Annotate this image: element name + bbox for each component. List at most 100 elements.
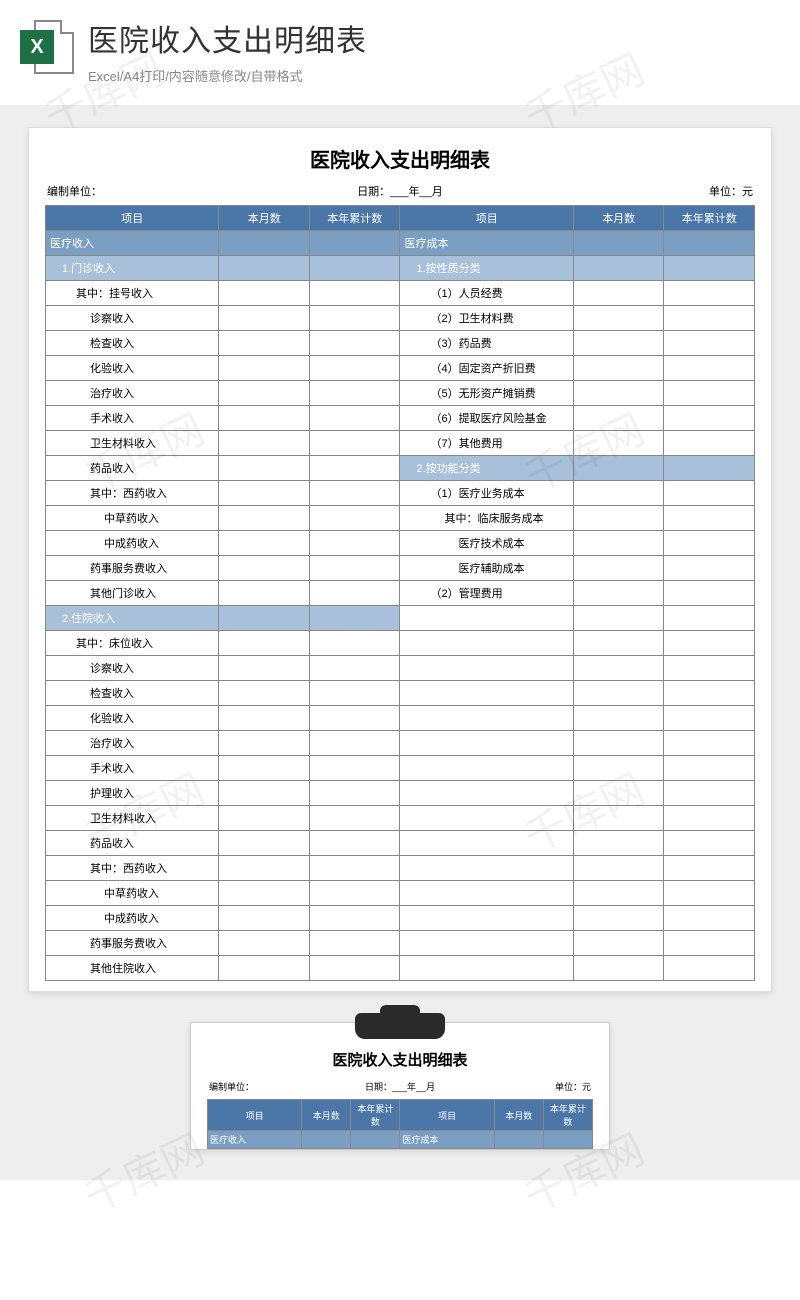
value-cell [219,906,310,931]
value-cell [573,956,664,981]
preview-area: 医院收入支出明细表 编制单位： 日期：___年__月 单位：元 项目 本月数 本… [0,105,800,1180]
item-cell: （1）人员经费 [400,281,573,306]
item-cell: 中成药收入 [46,531,219,556]
value-cell [219,481,310,506]
item-cell: 检查收入 [46,681,219,706]
value-cell [664,956,755,981]
item-cell: 治疗收入 [46,731,219,756]
value-cell [664,456,755,481]
value-cell [573,231,664,256]
value-cell [573,306,664,331]
value-cell [309,556,400,581]
value-cell [219,706,310,731]
value-cell [573,456,664,481]
value-cell [219,831,310,856]
item-cell: 检查收入 [46,331,219,356]
item-cell: 中成药收入 [46,906,219,931]
value-cell [573,706,664,731]
value-cell [664,481,755,506]
value-cell [573,331,664,356]
item-cell: 手术收入 [46,406,219,431]
doc-title: 医院收入支出明细表 [45,140,755,183]
value-cell [219,581,310,606]
value-cell [573,356,664,381]
value-cell [573,906,664,931]
value-cell [664,831,755,856]
value-cell [219,881,310,906]
item-cell: 其他住院收入 [46,956,219,981]
value-cell [573,406,664,431]
item-cell [400,706,573,731]
value-cell [309,756,400,781]
value-cell [573,381,664,406]
item-cell: 诊察收入 [46,656,219,681]
value-cell [219,756,310,781]
value-cell [219,381,310,406]
item-cell [400,806,573,831]
col-item-left: 项目 [46,206,219,231]
value-cell [309,931,400,956]
value-cell [573,556,664,581]
item-cell: （2）卫生材料费 [400,306,573,331]
value-cell [664,706,755,731]
value-cell [309,856,400,881]
value-cell [573,256,664,281]
value-cell [309,406,400,431]
value-cell [219,606,310,631]
value-cell [309,706,400,731]
value-cell [219,231,310,256]
value-cell [309,481,400,506]
item-cell [400,856,573,881]
value-cell [219,631,310,656]
value-cell [309,731,400,756]
value-cell [219,506,310,531]
item-cell [400,681,573,706]
value-cell [309,331,400,356]
value-cell [309,831,400,856]
value-cell [309,281,400,306]
doc-title-small: 医院收入支出明细表 [207,1041,593,1080]
item-cell: （1）医疗业务成本 [400,481,573,506]
value-cell [494,1131,543,1149]
meta-date: 日期：___年__月 [282,183,517,199]
value-cell [219,731,310,756]
item-cell: 卫生材料收入 [46,431,219,456]
page-header: X 医院收入支出明细表 Excel/A4打印/内容随意修改/自带格式 [0,0,800,105]
value-cell [664,731,755,756]
value-cell [309,456,400,481]
value-cell [219,256,310,281]
value-cell [664,806,755,831]
secondary-preview: 医院收入支出明细表 编制单位： 日期：___年__月 单位：元 项目 本月数 本… [28,1022,772,1150]
item-cell: 手术收入 [46,756,219,781]
clipboard-preview: 医院收入支出明细表 编制单位： 日期：___年__月 单位：元 项目 本月数 本… [190,1022,610,1150]
value-cell [664,781,755,806]
excel-x-icon: X [20,30,54,64]
item-cell: 1.门诊收入 [46,256,219,281]
value-cell [664,906,755,931]
item-cell: 中草药收入 [46,506,219,531]
meta-unit: 单位：元 [518,183,753,199]
page-title: 医院收入支出明细表 [88,16,780,60]
item-cell: 其中：床位收入 [46,631,219,656]
value-cell [573,631,664,656]
value-cell [219,806,310,831]
value-cell [664,406,755,431]
value-cell [664,381,755,406]
item-cell: 化验收入 [46,706,219,731]
item-cell [400,631,573,656]
detail-table: 项目 本月数 本年累计数 项目 本月数 本年累计数 医疗收入医疗成本1.门诊收入… [45,205,755,981]
value-cell [543,1131,592,1149]
value-cell [664,756,755,781]
item-cell: （6）提取医疗风险基金 [400,406,573,431]
value-cell [664,856,755,881]
value-cell [219,281,310,306]
item-cell: 药品收入 [46,831,219,856]
value-cell [309,906,400,931]
value-cell [309,431,400,456]
item-cell [400,756,573,781]
value-cell [664,606,755,631]
item-cell: 医疗技术成本 [400,531,573,556]
item-cell: 医疗成本 [400,231,573,256]
value-cell [573,531,664,556]
value-cell [219,856,310,881]
